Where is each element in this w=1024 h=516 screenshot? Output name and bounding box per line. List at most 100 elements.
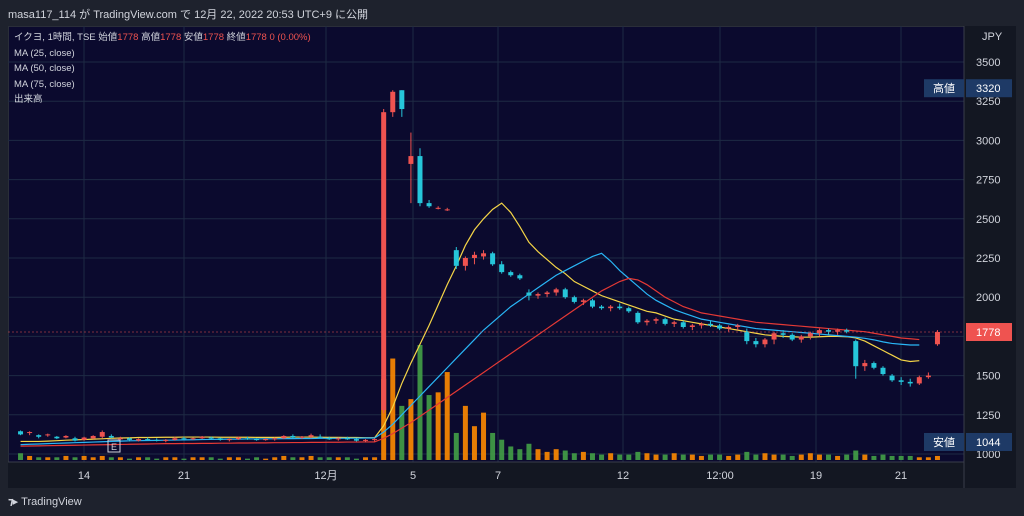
tradingview-logo-icon: ⁊▸ — [8, 496, 18, 508]
volume-bar — [853, 450, 859, 460]
legend-ma75[interactable]: MA (75, close) — [14, 77, 311, 93]
y-tick-label: 3500 — [976, 57, 1000, 69]
candle-body — [235, 437, 241, 440]
candle-body — [880, 367, 886, 375]
volume-bar — [308, 455, 314, 460]
volume-bar — [880, 454, 886, 460]
candle-body — [835, 330, 841, 332]
candle-body — [853, 341, 859, 367]
volume-bar — [235, 457, 241, 460]
candle-body — [136, 439, 142, 441]
candle-body — [126, 438, 132, 440]
volume-bar — [789, 455, 795, 460]
volume-bar — [526, 443, 532, 460]
volume-bar — [408, 399, 414, 460]
y-tick-label: 2250 — [976, 253, 1000, 265]
candle-body — [889, 375, 895, 381]
x-tick-label: 12 — [617, 470, 629, 482]
candle-body — [671, 322, 677, 324]
volume-bar — [934, 455, 940, 460]
candle-body — [762, 339, 768, 345]
volume-bar — [72, 457, 78, 460]
volume-bar — [208, 457, 214, 460]
candle-body — [417, 156, 423, 204]
candle-body — [208, 437, 214, 439]
ma50-line — [20, 252, 920, 446]
volume-bar — [263, 458, 269, 460]
volume-bar — [680, 454, 686, 460]
candle-body — [644, 320, 650, 323]
volume-bar — [599, 454, 605, 460]
candle-body — [154, 439, 160, 441]
y-tick-label: 1500 — [976, 371, 1000, 383]
volume-bar — [689, 454, 695, 460]
legend-ma25[interactable]: MA (25, close) — [14, 46, 311, 62]
volume-bar — [798, 454, 804, 460]
legend-low-label: 安値 — [183, 32, 203, 43]
candle-body — [317, 436, 323, 438]
high-label: 高値 — [933, 81, 955, 95]
candle-body — [372, 439, 378, 441]
candles — [18, 90, 940, 443]
ma75-line — [20, 277, 920, 447]
candle-body — [680, 322, 686, 327]
candle-body — [117, 438, 123, 440]
candle-body — [63, 435, 69, 438]
x-tick-label: 14 — [78, 470, 90, 482]
candle-body — [526, 292, 532, 296]
candle-body — [753, 341, 759, 345]
y-tick-label: 2000 — [976, 292, 1000, 304]
candle-body — [326, 438, 332, 440]
candle-body — [925, 375, 931, 378]
volume-bar — [916, 457, 922, 460]
earnings-event-label: E — [111, 442, 117, 452]
volume-bar — [499, 439, 505, 460]
legend-ma50[interactable]: MA (50, close) — [14, 61, 311, 77]
volume-bar — [36, 457, 42, 460]
x-tick-label: 19 — [810, 470, 822, 482]
ma25-line — [20, 202, 920, 443]
candle-body — [281, 435, 287, 439]
candle-body — [453, 250, 459, 266]
volume-bar — [762, 453, 768, 460]
volume-bar — [290, 457, 296, 460]
candle-body — [272, 438, 278, 440]
candle-body — [172, 438, 178, 440]
legend-volume[interactable]: 出来高 — [14, 92, 311, 108]
volume-bar — [136, 457, 142, 460]
legend-change: 0 (0.00%) — [269, 32, 311, 43]
volume-bar — [508, 446, 514, 460]
candle-body — [45, 434, 51, 436]
last-price-value: 1778 — [976, 327, 1000, 339]
candle-body — [36, 435, 42, 437]
volume-bar — [907, 455, 913, 460]
volume-bar — [871, 455, 877, 460]
candle-body — [481, 253, 487, 257]
candle-body — [299, 436, 305, 438]
legend-high-label: 高値 — [141, 32, 161, 43]
candle-body — [263, 439, 269, 441]
volume-bar — [717, 454, 723, 460]
volume-bar — [245, 458, 250, 460]
legend-high: 1778 — [160, 32, 182, 43]
volume-bar — [281, 455, 287, 460]
volume-bar — [254, 457, 260, 460]
candle-body — [190, 438, 196, 440]
volume-bar — [372, 457, 378, 460]
footer: ⁊▸ TradingView — [8, 495, 82, 508]
volume-bar — [99, 455, 105, 460]
volume-bar — [580, 451, 586, 460]
x-tick-label: 21 — [178, 470, 190, 482]
candle-body — [535, 294, 541, 296]
volume-bar — [172, 457, 178, 460]
candle-body — [934, 332, 940, 345]
volume-bar — [753, 454, 759, 460]
y-tick-label: 1250 — [976, 410, 1000, 422]
volume-bar — [426, 395, 432, 460]
candle-body — [708, 323, 713, 326]
candle-body — [626, 308, 632, 312]
candle-body — [426, 203, 432, 207]
candle-body — [408, 156, 414, 164]
volume-bar — [726, 455, 732, 460]
volume-bar — [363, 457, 369, 460]
